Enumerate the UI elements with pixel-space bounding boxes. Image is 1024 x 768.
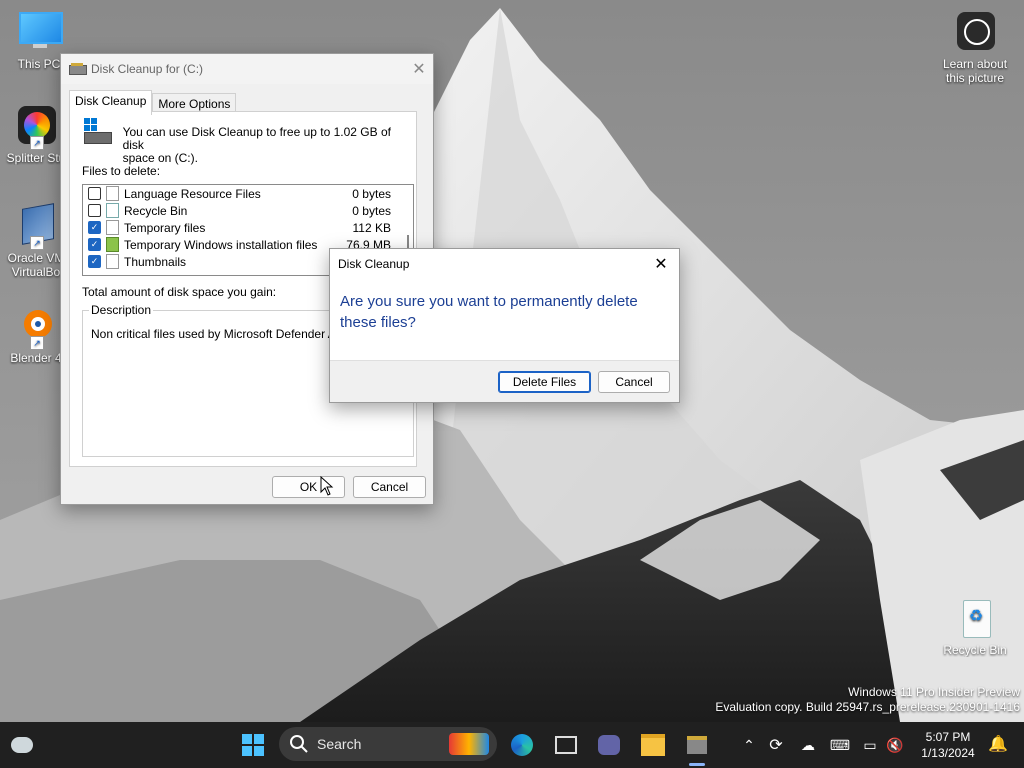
dialog-title: Disk Cleanup — [338, 257, 410, 271]
checkbox[interactable] — [88, 204, 101, 217]
virtualbox-icon: ↗ — [14, 203, 58, 250]
confirm-question: Are you sure you want to permanently del… — [340, 291, 670, 333]
list-item[interactable]: ✓ Temporary files 112 KB — [83, 219, 413, 236]
taskbar-task-view[interactable] — [550, 729, 582, 761]
task-view-icon — [555, 736, 577, 754]
taskbar-file-explorer[interactable] — [637, 729, 669, 761]
weather-icon — [11, 737, 33, 753]
question-line2: these files? — [340, 314, 416, 331]
dialog-cancel-button[interactable]: Cancel — [598, 371, 670, 393]
disk-cleanup-icon — [687, 736, 707, 754]
watermark-line1: Windows 11 Pro Insider Preview — [848, 685, 1020, 699]
active-app-indicator — [689, 763, 705, 766]
dialog-title-bar: Disk Cleanup ✕ — [330, 249, 679, 279]
sync-icon[interactable]: ⟳ — [760, 735, 792, 755]
file-size: 112 KB — [352, 220, 391, 235]
description-text: Non critical files used by Microsoft Def… — [91, 327, 362, 341]
blender-icon: ↗ — [14, 304, 58, 350]
search-icon — [290, 735, 308, 753]
learn-line1: Learn about — [942, 57, 1008, 71]
onedrive-offline-icon[interactable]: ☁ — [792, 737, 824, 754]
description-title: Description — [89, 303, 154, 317]
clock-time: 5:07 PM — [925, 730, 971, 744]
windows-logo-icon — [242, 734, 264, 756]
file-name: Thumbnails — [124, 254, 187, 269]
notification-bell-icon[interactable]: 🔔 — [988, 734, 1008, 754]
taskbar-clock[interactable]: 5:07 PM 1/13/2024 — [918, 729, 978, 761]
shortcut-arrow-icon: ↗ — [30, 236, 44, 250]
file-name: Temporary Windows installation files — [124, 237, 318, 252]
volume-muted-icon[interactable]: 🔇 — [884, 737, 906, 754]
camera-icon — [953, 10, 997, 54]
info-line2: space on (C:). — [122, 151, 198, 165]
taskbar-search[interactable]: Search — [279, 727, 497, 761]
desktop-icon-recycle-bin[interactable]: ♻ Recycle Bin — [937, 596, 1013, 657]
windows-setup-icon — [106, 237, 119, 252]
list-item[interactable]: Recycle Bin 0 bytes — [83, 202, 413, 219]
recycle-bin-small-icon — [106, 203, 119, 218]
search-highlight-icon — [449, 733, 489, 755]
learn-line2: this picture — [945, 71, 1005, 85]
taskbar-disk-cleanup[interactable] — [681, 729, 713, 761]
taskbar-edge-beta[interactable] — [506, 729, 538, 761]
ok-button[interactable]: OK — [272, 476, 345, 498]
search-placeholder: Search — [317, 736, 362, 752]
list-item[interactable]: Language Resource Files 0 bytes — [83, 185, 413, 202]
close-icon: ✕ — [654, 256, 668, 273]
watermark-line2: Evaluation copy. Build 25947.rs_prerelea… — [715, 700, 1020, 714]
splitter-studio-icon: ↗ — [14, 104, 58, 150]
close-icon: ✕ — [412, 61, 426, 78]
weather-widget[interactable] — [6, 729, 38, 761]
file-icon — [106, 186, 119, 201]
close-button[interactable]: ✕ — [405, 55, 433, 83]
display-icon[interactable]: ▭ — [856, 737, 884, 754]
dialog-footer: Delete Files Cancel — [330, 360, 679, 402]
edge-icon — [511, 734, 533, 756]
learn-about-picture[interactable]: Learn about this picture — [937, 10, 1013, 85]
cancel-button[interactable]: Cancel — [353, 476, 426, 498]
files-to-delete-label: Files to delete: — [82, 164, 161, 178]
checkbox-checked[interactable]: ✓ — [88, 255, 101, 268]
file-name: Recycle Bin — [124, 203, 188, 218]
tab-strip: Disk Cleanup More Options — [69, 90, 237, 115]
system-tray: ⌃ ⟳ ☁ ⌨ ▭ 🔇 — [738, 722, 906, 768]
title-bar: Disk Cleanup for (C:) ✕ — [61, 54, 433, 84]
checkbox-checked[interactable]: ✓ — [88, 221, 101, 234]
file-icon — [106, 220, 119, 235]
evaluation-watermark: Windows 11 Pro Insider Preview Evaluatio… — [715, 685, 1020, 715]
file-size: 0 bytes — [352, 203, 391, 218]
file-name: Temporary files — [124, 220, 206, 235]
show-hidden-icons-button[interactable]: ⌃ — [738, 737, 760, 754]
info-text: You can use Disk Cleanup to free up to 1… — [123, 118, 402, 165]
taskbar-chat[interactable] — [593, 729, 625, 761]
file-icon — [106, 254, 119, 269]
info-line1: You can use Disk Cleanup to free up to 1… — [122, 125, 391, 152]
chat-icon — [598, 735, 620, 755]
desktop-icon-label: Recycle Bin — [943, 643, 1007, 657]
monitor-icon — [17, 10, 63, 54]
checkbox[interactable] — [88, 187, 101, 200]
window-title: Disk Cleanup for (C:) — [91, 62, 204, 76]
recycle-bin-icon: ♻ — [953, 596, 997, 640]
question-line1: Are you sure you want to permanently del… — [340, 293, 638, 310]
file-size: 0 bytes — [352, 186, 391, 201]
tab-disk-cleanup[interactable]: Disk Cleanup — [69, 90, 153, 115]
folder-icon — [641, 734, 665, 756]
checkbox-checked[interactable]: ✓ — [88, 238, 101, 251]
total-space-label: Total amount of disk space you gain: — [82, 285, 277, 299]
clock-date: 1/13/2024 — [921, 746, 975, 760]
mouse-cursor-icon — [320, 476, 334, 496]
shortcut-arrow-icon: ↗ — [30, 136, 44, 150]
disk-cleanup-icon — [69, 63, 87, 75]
drive-icon — [82, 118, 112, 144]
info-row: You can use Disk Cleanup to free up to 1… — [82, 118, 402, 165]
confirm-dialog: Disk Cleanup ✕ Are you sure you want to … — [329, 248, 680, 403]
start-button[interactable] — [237, 729, 269, 761]
keyboard-icon[interactable]: ⌨ — [824, 737, 856, 754]
delete-files-button[interactable]: Delete Files — [498, 371, 591, 393]
file-name: Language Resource Files — [124, 186, 261, 201]
shortcut-arrow-icon: ↗ — [30, 336, 44, 350]
dialog-close-button[interactable]: ✕ — [647, 250, 675, 278]
